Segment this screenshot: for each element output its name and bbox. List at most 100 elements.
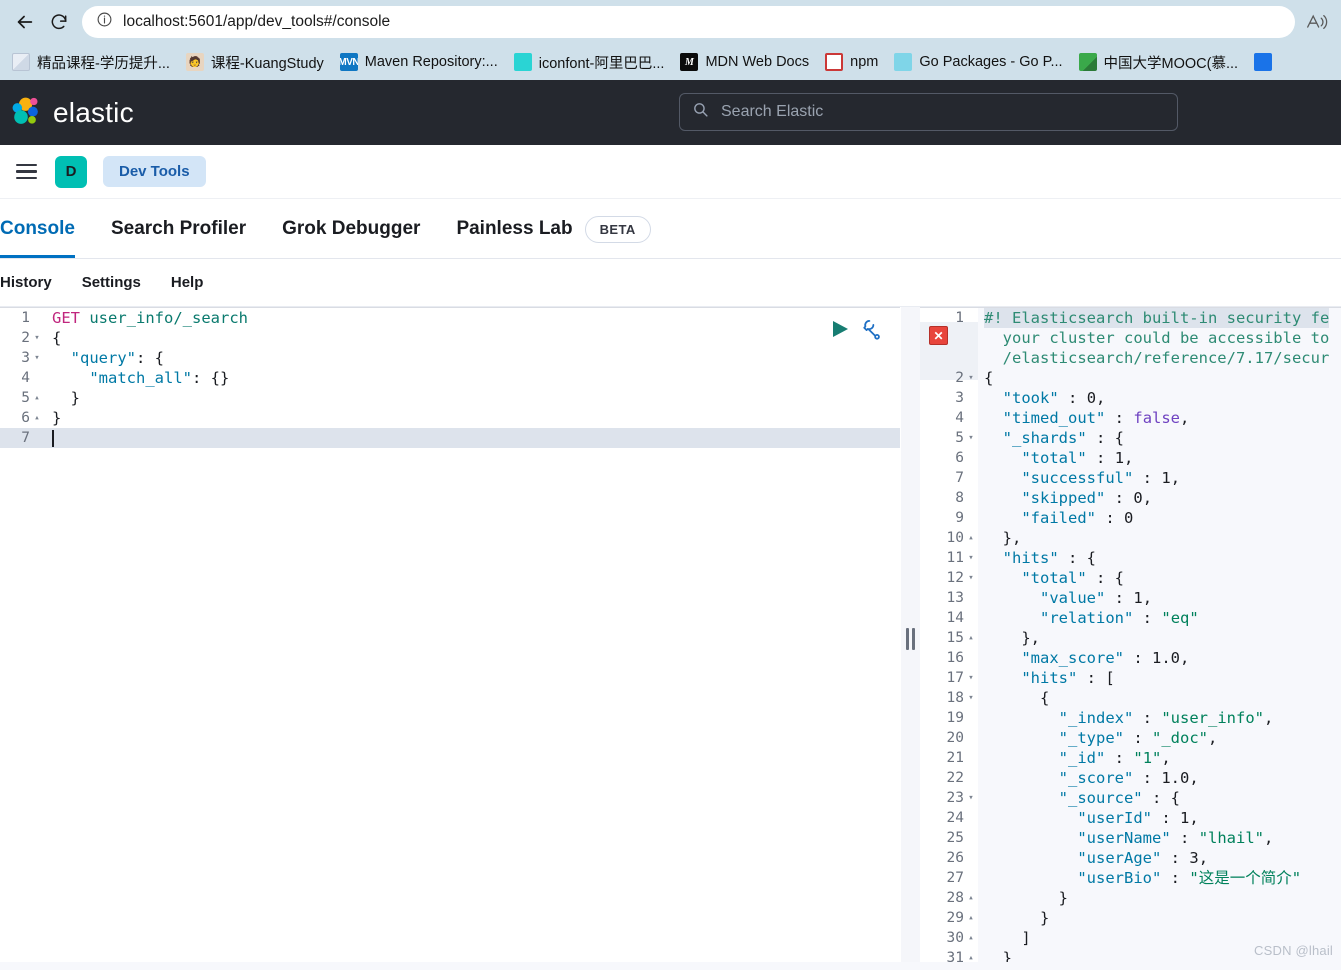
response-line: 23 ▾ "_source" : { <box>920 788 1341 808</box>
fold-toggle-icon[interactable]: ▾ <box>964 788 978 808</box>
line-text: "_index" : "user_info", <box>1058 709 1274 727</box>
line-number: 23 <box>946 790 964 806</box>
fold-toggle-icon[interactable]: ▴ <box>964 628 978 648</box>
hamburger-menu-icon[interactable] <box>8 154 44 190</box>
response-line: 27 "userBio" : "这是一个简介" <box>920 868 1341 888</box>
line-text: "skipped" : 0, <box>1021 489 1153 507</box>
bookmark-item[interactable]: 🧑 课程-KuangStudy <box>178 48 332 76</box>
breadcrumb[interactable]: Dev Tools <box>103 156 206 187</box>
response-line: 17 ▾ "hits" : [ <box>920 668 1341 688</box>
subnav-item-settings[interactable]: Settings <box>82 274 141 291</box>
browser-chrome: localhost:5601/app/dev_tools#/console 精品… <box>0 0 1341 80</box>
editor-line[interactable]: 1 GET user_info/_search <box>0 308 900 328</box>
fold-toggle-icon[interactable]: ▴ <box>964 888 978 908</box>
fold-toggle-icon[interactable]: ▾ <box>964 568 978 588</box>
fold-toggle-icon[interactable]: ▴ <box>30 388 44 408</box>
fold-toggle-icon[interactable]: ▾ <box>964 548 978 568</box>
subnav-item-help[interactable]: Help <box>171 274 204 291</box>
reload-button[interactable] <box>42 5 76 39</box>
line-number: 16 <box>946 650 964 666</box>
fold-toggle-icon[interactable]: ▾ <box>30 348 44 368</box>
editor-line[interactable]: 3 ▾ "query": { <box>0 348 900 368</box>
line-number: 3 <box>955 390 964 406</box>
tab-label: Search Profiler <box>110 218 247 239</box>
browser-toolbar: localhost:5601/app/dev_tools#/console <box>0 0 1341 44</box>
mooc-icon <box>1078 53 1097 71</box>
line-text: "total" : { <box>1021 569 1124 587</box>
app-window: localhost:5601/app/dev_tools#/console 精品… <box>0 0 1341 970</box>
global-search[interactable]: Search Elastic <box>679 93 1178 131</box>
tab-console[interactable]: Console <box>0 200 75 258</box>
fold-toggle-icon[interactable]: ▾ <box>964 368 978 388</box>
line-text <box>52 428 54 448</box>
bookmark-item[interactable] <box>1246 48 1287 76</box>
bookmark-label: 课程-KuangStudy <box>210 55 324 72</box>
bookmarks-bar: 精品课程-学历提升... 🧑 课程-KuangStudy MVN Maven R… <box>0 44 1341 80</box>
fold-toggle-icon[interactable]: ▴ <box>964 928 978 948</box>
bookmark-item[interactable]: Go Packages - Go P... <box>886 48 1070 76</box>
pane-resize-handle[interactable] <box>900 307 920 970</box>
response-viewer[interactable]: ✕ 1 #! Elasticsearch built-in security fe… <box>920 307 1341 970</box>
editor-line[interactable]: 6 ▴} <box>0 408 900 428</box>
app-nav-bar: D Dev Tools <box>0 145 1341 199</box>
tab-search-profiler[interactable]: Search Profiler <box>111 200 246 258</box>
line-text: } <box>1058 889 1068 907</box>
line-number: 22 <box>946 770 964 786</box>
tab-painless-lab[interactable]: Painless Lab BETA <box>456 200 651 258</box>
bookmark-item[interactable]: 中国大学MOOC(慕... <box>1071 48 1247 76</box>
line-number: 1 <box>21 310 30 326</box>
line-text: "took" : 0, <box>1002 389 1106 407</box>
avatar[interactable]: D <box>55 155 87 188</box>
wrench-icon[interactable] <box>861 318 883 345</box>
line-text: "_shards" : { <box>1002 429 1125 447</box>
editor-line[interactable]: 7 <box>0 428 900 448</box>
play-button[interactable] <box>831 320 849 343</box>
line-number: 5 <box>955 430 964 446</box>
bookmark-item[interactable]: M MDN Web Docs <box>672 48 817 76</box>
response-line: 11 ▾ "hits" : { <box>920 548 1341 568</box>
bookmark-item[interactable]: iconfont-阿里巴巴... <box>506 48 673 76</box>
fold-toggle-icon[interactable]: ▴ <box>964 528 978 548</box>
line-text: "total" : 1, <box>1021 449 1134 467</box>
request-editor-lines[interactable]: 1 GET user_info/_search 2 ▾ {3 ▾ "query": {4 … <box>0 308 900 448</box>
read-aloud-icon[interactable] <box>1301 6 1333 38</box>
request-editor[interactable]: 1 GET user_info/_search 2 ▾ {3 ▾ "query": {4 … <box>0 307 900 970</box>
line-number: 6 <box>955 450 964 466</box>
site-info-icon[interactable] <box>96 11 113 33</box>
response-line: 5 ▾ "_shards" : { <box>920 428 1341 448</box>
fold-toggle-icon[interactable]: ▾ <box>964 428 978 448</box>
tab-grok-debugger[interactable]: Grok Debugger <box>282 200 420 258</box>
line-text: }, <box>1002 529 1022 547</box>
watermark: CSDN @lhail <box>1254 943 1333 958</box>
editor-line[interactable]: 2 ▾ { <box>0 328 900 348</box>
line-number: 7 <box>21 430 30 446</box>
editor-line[interactable]: 4 "match_all": {} <box>0 368 900 388</box>
line-text: }, <box>1021 629 1040 647</box>
subnav-item-history[interactable]: History <box>0 274 52 291</box>
elastic-home-link[interactable]: elastic <box>0 96 134 129</box>
bookmark-item[interactable]: 精品课程-学历提升... <box>4 48 178 76</box>
fold-toggle-icon[interactable]: ▴ <box>30 408 44 428</box>
line-number: 20 <box>946 730 964 746</box>
response-line: /elasticsearch/reference/7.17/secur <box>920 348 1341 368</box>
response-line: 25 "userName" : "lhail", <box>920 828 1341 848</box>
response-line: 2 ▾ { <box>920 368 1341 388</box>
fold-toggle-icon[interactable]: ▾ <box>964 688 978 708</box>
fold-toggle-icon[interactable]: ▾ <box>964 668 978 688</box>
response-line: 19 "_index" : "user_info", <box>920 708 1341 728</box>
search-input[interactable]: Search Elastic <box>721 103 823 121</box>
bookmark-item[interactable]: MVN Maven Repository:... <box>332 48 506 76</box>
line-text: "relation" : "eq" <box>1040 609 1199 627</box>
tab-label: Grok Debugger <box>282 218 421 239</box>
go-icon <box>894 53 913 71</box>
line-text: ] <box>1021 929 1031 947</box>
fold-toggle-icon[interactable]: ▴ <box>964 908 978 928</box>
back-button[interactable] <box>8 5 42 39</box>
editor-line[interactable]: 5 ▴ } <box>0 388 900 408</box>
fold-toggle-icon[interactable]: ▾ <box>30 328 44 348</box>
line-text: "value" : 1, <box>1040 589 1153 607</box>
response-line: 8 "skipped" : 0, <box>920 488 1341 508</box>
address-bar[interactable]: localhost:5601/app/dev_tools#/console <box>82 6 1295 38</box>
line-text: "userName" : "lhail", <box>1077 829 1274 847</box>
bookmark-item[interactable]: n npm <box>817 48 886 76</box>
